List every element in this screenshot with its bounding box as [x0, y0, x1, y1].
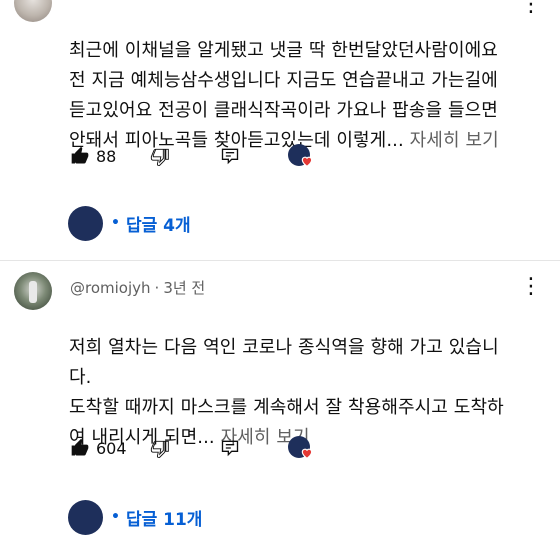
reply-button[interactable] — [220, 434, 240, 462]
view-replies-button[interactable]: • 답글 11개 — [68, 499, 202, 535]
reply-avatar — [68, 499, 103, 535]
heart-icon — [301, 156, 313, 167]
creator-heart-badge — [288, 142, 316, 170]
comment-1-actions: 88 — [70, 142, 330, 170]
creator-heart-badge — [288, 434, 316, 462]
timestamp: 3년 전 — [163, 279, 206, 297]
like-count: 604 — [96, 438, 127, 458]
more-vertical-icon[interactable]: ⋮ — [520, 276, 542, 298]
thumbs-down-icon — [150, 148, 169, 166]
reply-avatar — [68, 205, 103, 241]
thumbs-up-icon — [71, 438, 89, 456]
reply-icon — [221, 440, 239, 457]
like-button[interactable]: 88 — [70, 142, 116, 170]
reply-icon — [221, 148, 239, 165]
creator-heart — [288, 434, 316, 462]
username[interactable]: @romiojyh — [70, 279, 151, 297]
comment-2-text: 저희 열차는 다음 역인 코로나 종식역을 향해 가고 있습니 다. 도착할 때… — [69, 303, 529, 453]
dislike-button[interactable] — [150, 434, 170, 462]
comment-1-avatar[interactable] — [14, 0, 52, 22]
thumbs-down-icon — [150, 440, 169, 458]
view-replies-button[interactable]: • 답글 4개 — [68, 205, 191, 241]
reply-dot-icon: • — [111, 509, 120, 525]
creator-heart — [288, 142, 316, 170]
like-button[interactable]: 604 — [70, 434, 127, 462]
replies-count: 답글 4개 — [125, 215, 191, 236]
comment-2-meta: @romiojyh · 3년 전 — [70, 279, 206, 297]
reply-button[interactable] — [220, 142, 240, 170]
thumbs-up-icon — [71, 146, 89, 164]
comment-2-actions: 604 — [70, 434, 330, 462]
like-count: 88 — [96, 146, 117, 166]
comment-1-text: 최근에 이채널을 알게됐고 냇글 딱 한번달았던사람이에요 전 지금 예체능삼수… — [69, 6, 529, 156]
replies-count: 답글 11개 — [125, 509, 203, 530]
heart-icon — [301, 448, 313, 459]
reply-dot-icon: • — [111, 215, 120, 231]
dislike-button[interactable] — [150, 142, 170, 170]
comment-divider — [0, 260, 560, 261]
read-more-link[interactable]: 자세히 보기 — [410, 130, 499, 151]
comment-2-avatar[interactable] — [14, 272, 52, 310]
